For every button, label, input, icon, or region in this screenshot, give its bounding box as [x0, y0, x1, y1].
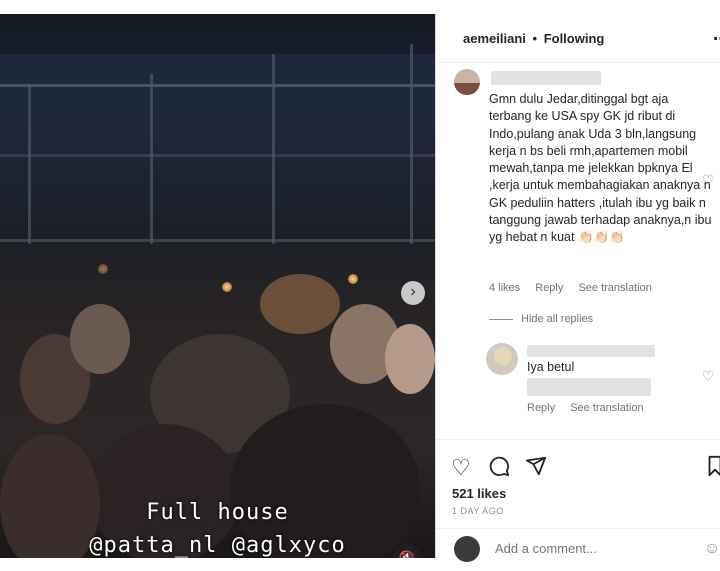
post-likes-count[interactable]: 521 likes — [452, 486, 506, 501]
video-frame-light — [348, 274, 358, 284]
video-frame-rail — [0, 239, 435, 242]
video-frame-figure — [260, 274, 340, 334]
reply-meta: Reply See translation — [527, 402, 656, 414]
comment-like-heart-icon[interactable]: ♡ — [702, 172, 715, 189]
reply-author-avatar[interactable] — [486, 343, 518, 375]
reply-text: Iya betul — [527, 360, 575, 374]
video-frame-post — [410, 44, 413, 244]
hide-replies-label[interactable]: Hide all replies — [521, 313, 593, 325]
comment-reply-button[interactable]: Reply — [535, 282, 563, 294]
video-frame-figure — [70, 304, 130, 374]
post-actions: ♡ 521 likes 1 DAY AGO ☺ — [436, 439, 720, 562]
emoji-icon[interactable]: ☺ — [704, 540, 720, 558]
commenter-avatar[interactable] — [454, 69, 480, 95]
post-timestamp: 1 DAY AGO — [452, 506, 504, 516]
video-frame-figure — [385, 324, 435, 394]
share-send-icon[interactable] — [525, 455, 547, 483]
commenter-username-blurred — [491, 71, 601, 85]
add-comment-input[interactable] — [493, 540, 697, 557]
post-details-panel: aemeiliani • Following ⋯ Gmn dulu Jedar,… — [435, 14, 720, 562]
comment-bubble-icon[interactable] — [488, 455, 510, 483]
top-strip — [0, 0, 720, 14]
author-username[interactable]: aemeiliani — [463, 31, 526, 46]
more-options-icon[interactable]: ⋯ — [713, 29, 720, 49]
comment-see-translation[interactable]: See translation — [578, 282, 651, 294]
reply-see-translation[interactable]: See translation — [570, 402, 643, 414]
reply-like-heart-icon[interactable]: ♡ — [702, 368, 715, 385]
chevron-right-icon: › — [410, 283, 416, 300]
add-comment-bar: ☺ — [436, 528, 720, 571]
video-caption-line-1: Full house — [146, 500, 289, 525]
video-frame-rail — [0, 84, 435, 87]
reply-username-blurred — [527, 345, 655, 357]
post-video[interactable]: Full house @patta_nl @aglxyco 🔇 — [0, 14, 435, 558]
video-caption-line-2: @patta_nl @aglxyco — [89, 533, 346, 558]
video-frame-rail — [0, 154, 435, 157]
video-frame-light — [98, 264, 108, 274]
hide-replies-toggle[interactable]: Hide all replies — [489, 313, 593, 325]
post-author: aemeiliani • Following — [463, 31, 604, 46]
video-frame-glass — [0, 54, 435, 244]
video-frame-light — [222, 282, 232, 292]
next-media-button[interactable]: › — [401, 281, 425, 305]
comment-likes-count[interactable]: 4 likes — [489, 282, 520, 294]
save-bookmark-icon[interactable] — [708, 455, 720, 483]
like-heart-icon[interactable]: ♡ — [451, 455, 471, 481]
current-user-avatar — [454, 536, 480, 562]
reply-reply-button[interactable]: Reply — [527, 402, 555, 414]
reply-blurred-content — [527, 378, 651, 396]
video-frame-post — [150, 74, 153, 244]
separator-dot: • — [532, 31, 538, 46]
video-frame-post — [272, 54, 275, 244]
following-button[interactable]: Following — [544, 31, 605, 46]
video-frame-post — [28, 84, 31, 244]
replies-divider-line — [489, 318, 513, 320]
comment-text: Gmn dulu Jedar,ditinggal bgt aja terbang… — [489, 92, 712, 245]
comment-meta: 4 likes Reply See translation — [489, 282, 664, 294]
post-header: aemeiliani • Following ⋯ — [436, 14, 720, 63]
muted-speaker-icon: 🔇 — [398, 550, 416, 558]
